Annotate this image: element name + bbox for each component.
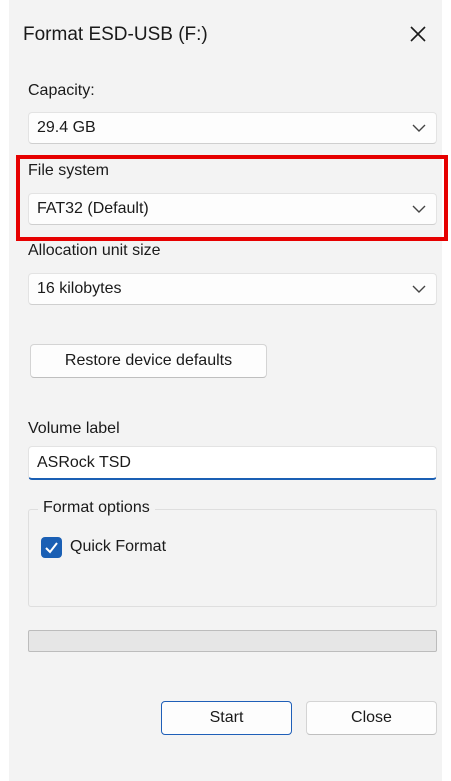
checkmark-icon	[45, 542, 58, 554]
volume-label-label: Volume label	[28, 420, 120, 437]
allocation-unit-label: Allocation unit size	[28, 242, 161, 259]
window-edge-right	[442, 0, 451, 781]
close-button[interactable]: Close	[306, 701, 437, 735]
start-button[interactable]: Start	[161, 701, 292, 735]
window-edge-left	[0, 0, 9, 781]
volume-label-input[interactable]: ASRock TSD	[28, 446, 437, 480]
restore-defaults-button[interactable]: Restore device defaults	[30, 344, 267, 378]
allocation-unit-select[interactable]: 16 kilobytes	[28, 273, 437, 305]
format-progress-bar	[28, 630, 437, 652]
file-system-highlight-box	[16, 155, 448, 241]
capacity-select[interactable]: 29.4 GB	[28, 112, 437, 144]
capacity-value: 29.4 GB	[37, 119, 96, 136]
format-options-title: Format options	[38, 499, 155, 517]
chevron-down-icon	[412, 124, 426, 132]
capacity-label: Capacity:	[28, 82, 95, 99]
title-bar: Format ESD-USB (F:)	[9, 0, 442, 72]
chevron-down-icon	[412, 285, 426, 293]
format-options-group	[28, 509, 437, 607]
dialog-title: Format ESD-USB (F:)	[23, 24, 208, 45]
format-dialog: Format ESD-USB (F:) Capacity: 29.4 GB Fi…	[0, 0, 451, 781]
quick-format-label[interactable]: Quick Format	[70, 538, 166, 556]
quick-format-checkbox[interactable]	[41, 537, 62, 558]
allocation-unit-value: 16 kilobytes	[37, 280, 122, 297]
close-icon[interactable]	[404, 20, 432, 48]
